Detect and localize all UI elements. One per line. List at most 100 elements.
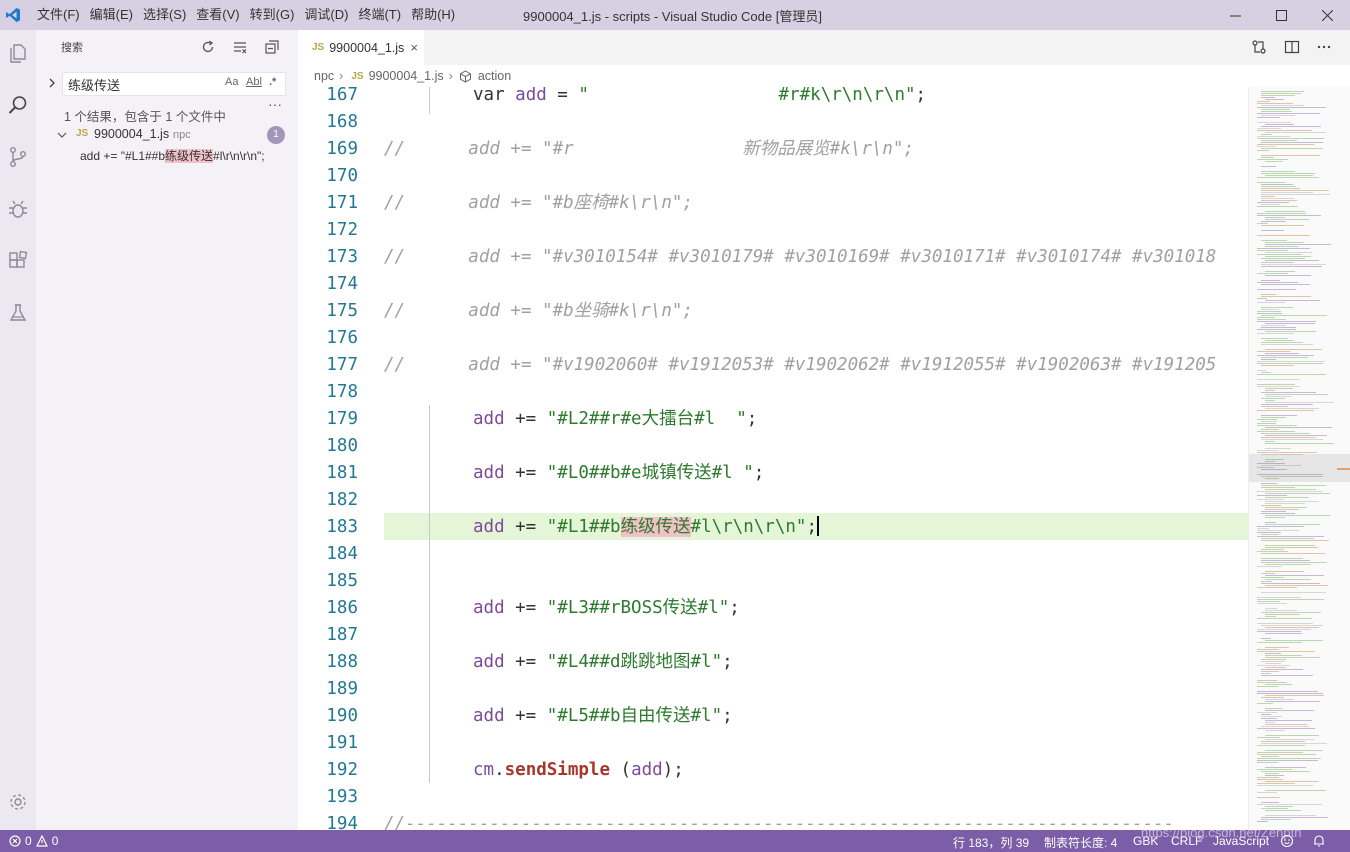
extensions-icon[interactable] <box>0 241 36 281</box>
more-actions-icon[interactable] <box>1316 39 1332 55</box>
code-line[interactable]: 169 // add += "#r 新物品展览#k\r\n"; <box>298 136 1248 163</box>
debug-icon[interactable] <box>0 189 36 229</box>
feedback-icon[interactable] <box>1280 834 1294 848</box>
minimap-line <box>1265 441 1275 442</box>
problems-indicator[interactable]: 0 0 <box>9 834 58 848</box>
menu-item[interactable]: 调试(D) <box>299 0 353 30</box>
menu-item[interactable]: 编辑(E) <box>85 0 138 30</box>
code-line[interactable]: 167 var add = " #r#k\r\n\r\n"; <box>298 87 1248 109</box>
minimap-line <box>1257 769 1292 770</box>
minimap-line <box>1261 437 1316 438</box>
minimap-line <box>1257 101 1270 102</box>
menu-item[interactable]: 终端(T) <box>353 0 406 30</box>
current-code-line[interactable]: 183 add += "#L1##b练级传送#l\r\n\r\n"; <box>298 514 1248 541</box>
cursor-position[interactable]: 行 183，列 39 <box>953 834 1029 851</box>
code-line[interactable]: 180 <box>298 433 1248 460</box>
code-line[interactable]: 176 <box>298 325 1248 352</box>
menu-item[interactable]: 选择(S) <box>138 0 191 30</box>
minimize-icon[interactable] <box>1212 0 1258 30</box>
chevron-down-icon[interactable] <box>56 128 68 140</box>
code-line[interactable]: 177 // add += "#v1902060# #v1912053# #v19… <box>298 352 1248 379</box>
match-case-icon[interactable]: Aa <box>225 76 238 88</box>
code-line[interactable]: 191 <box>298 730 1248 757</box>
code-line[interactable]: 192 cm.sendSimple (add); <box>298 757 1248 784</box>
clear-results-icon[interactable] <box>232 39 248 55</box>
breadcrumb-folder[interactable]: npc <box>314 69 334 83</box>
code-line[interactable]: 186 add += "#L3##rBOSS传送#l"; <box>298 595 1248 622</box>
code-line[interactable]: 171 // add += "#b座椅#k\r\n"; <box>298 190 1248 217</box>
search-icon[interactable] <box>0 85 36 125</box>
code-line[interactable]: 175 // add += "#b坐骑#k\r\n"; <box>298 298 1248 325</box>
code-line[interactable]: 190 add += "#L5##b自由传送#l"; <box>298 703 1248 730</box>
minimap-line <box>1261 675 1313 676</box>
minimap-line <box>1261 743 1327 744</box>
maximize-icon[interactable] <box>1258 0 1304 30</box>
refresh-icon[interactable] <box>200 39 216 55</box>
code-line[interactable]: 179 add += "#L2##r#e大擂台#l "; <box>298 406 1248 433</box>
code-line[interactable]: 174 <box>298 271 1248 298</box>
more-options-icon[interactable]: ··· <box>268 96 282 112</box>
minimap[interactable] <box>1248 87 1350 830</box>
result-match-item[interactable]: add += "#L1##b练级传送#l\r\n\r\n"; <box>80 147 265 164</box>
whole-word-icon[interactable]: Abl <box>246 76 262 88</box>
minimap-line <box>1265 522 1276 523</box>
explorer-icon[interactable] <box>0 33 36 73</box>
code-line[interactable]: 168 <box>298 109 1248 136</box>
result-file-item[interactable]: JS 9900004_1.js npc 1 <box>36 124 298 146</box>
code-line[interactable]: 184 <box>298 541 1248 568</box>
minimap-line <box>1265 132 1326 133</box>
minimap-line <box>1257 321 1316 322</box>
code-line[interactable]: 172 <box>298 217 1248 244</box>
collapse-all-icon[interactable] <box>264 39 280 55</box>
minimap-line <box>1261 417 1286 418</box>
menu-item[interactable]: 文件(F) <box>32 0 85 30</box>
toggle-replace-chevron-icon[interactable] <box>45 76 59 90</box>
source-control-icon[interactable] <box>0 137 36 177</box>
breadcrumb-symbol[interactable]: action <box>478 69 511 83</box>
regex-icon[interactable]: .* <box>269 76 276 88</box>
notifications-icon[interactable] <box>1312 834 1326 848</box>
code-token: add <box>473 517 505 537</box>
tab-size[interactable]: 制表符长度: 4 <box>1044 834 1117 851</box>
split-editor-icon[interactable] <box>1284 39 1300 55</box>
minimap-line <box>1265 323 1315 324</box>
settings-icon[interactable] <box>0 782 36 822</box>
minimap-line <box>1265 503 1305 504</box>
code-line[interactable]: 181 add += "#L0##b#e城镇传送#l "; <box>298 460 1248 487</box>
code-line[interactable]: 173 // add += "#v3010154# #v3010179# #v30… <box>298 244 1248 271</box>
minimap-line <box>1265 161 1283 162</box>
code-editor[interactable]: 167 var add = " #r#k\r\n\r\n"; 168 169 // ad… <box>298 87 1248 830</box>
test-icon[interactable] <box>0 293 36 333</box>
close-window-icon[interactable] <box>1304 0 1350 30</box>
code-line[interactable]: 194 //-----------------------------------… <box>298 811 1248 830</box>
minimap-line <box>1265 497 1309 498</box>
tab-file[interactable]: JS 9900004_1.js × <box>298 30 424 65</box>
minimap-line <box>1261 429 1279 430</box>
code-line[interactable]: 178 <box>298 379 1248 406</box>
line-code: add += "#L1##b练级传送#l\r\n\r\n"; <box>473 514 819 541</box>
minimap-slider[interactable] <box>1249 454 1350 482</box>
minimap-line <box>1261 344 1313 345</box>
code-line[interactable]: 188 add += "#L4##d跳跳地图#l"; <box>298 649 1248 676</box>
search-input[interactable] <box>68 76 218 92</box>
minimap-line <box>1261 549 1284 550</box>
compare-changes-icon[interactable] <box>1251 39 1267 55</box>
close-tab-icon[interactable]: × <box>410 40 418 55</box>
code-line[interactable]: 185 <box>298 568 1248 595</box>
minimap-line <box>1265 448 1291 449</box>
code-line[interactable]: 187 <box>298 622 1248 649</box>
minimap-line <box>1261 398 1285 399</box>
code-line[interactable]: 189 <box>298 676 1248 703</box>
line-code: // add += "#v3010154# #v3010179# #v30101… <box>384 244 1216 271</box>
minimap-line <box>1261 204 1280 205</box>
minimap-line <box>1261 315 1327 316</box>
breadcrumb-file[interactable]: 9900004_1.js <box>369 69 444 83</box>
minimap-line <box>1261 365 1294 366</box>
menu-item[interactable]: 查看(V) <box>191 0 244 30</box>
menu-item[interactable]: 转到(G) <box>245 0 300 30</box>
code-line[interactable]: 170 <box>298 163 1248 190</box>
minimap-line <box>1265 667 1286 668</box>
code-line[interactable]: 193 <box>298 784 1248 811</box>
code-line[interactable]: 182 <box>298 487 1248 514</box>
menu-item[interactable]: 帮助(H) <box>406 0 460 30</box>
